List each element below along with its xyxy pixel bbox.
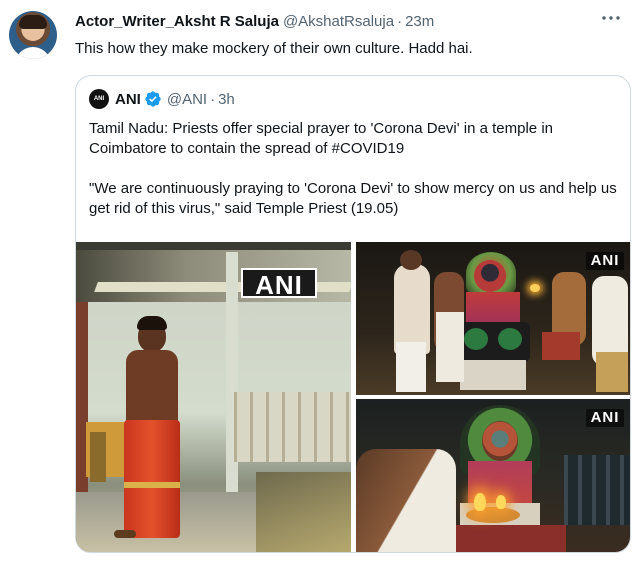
ani-watermark-top-right: ANI — [586, 252, 624, 270]
quoted-paragraph-1: Tamil Nadu: Priests offer special prayer… — [89, 120, 553, 157]
tweet-header: Actor_Writer_Aksht R Saluja @AkshatRsalu… — [75, 13, 434, 33]
ani-avatar[interactable]: ANI — [89, 89, 109, 109]
tweet-text: This how they make mockery of their own … — [75, 40, 473, 57]
avatar-hair — [19, 15, 47, 29]
media-image-puja-night[interactable]: ANI — [356, 242, 630, 395]
ani-watermark-large: ANI — [241, 268, 317, 300]
quoted-author-name[interactable]: ANI — [115, 91, 141, 108]
more-horizontal-icon — [602, 16, 620, 20]
ani-avatar-label: ANI — [93, 96, 105, 102]
quoted-separator-dot: · — [210, 90, 216, 108]
author-avatar[interactable] — [9, 11, 57, 59]
ani-watermark-bottom-right: ANI — [586, 409, 624, 427]
verified-badge-icon — [145, 91, 161, 107]
author-handle[interactable]: @AkshatRsaluja — [283, 13, 394, 30]
avatar-shirt — [15, 47, 51, 59]
quoted-paragraph-2: "We are continuously praying to 'Corona … — [89, 180, 617, 217]
quoted-tweet-text: Tamil Nadu: Priests offer special prayer… — [89, 119, 619, 219]
quoted-timestamp[interactable]: 3h — [218, 91, 235, 108]
quoted-author-handle[interactable]: @ANI — [167, 91, 207, 108]
more-options-icon[interactable] — [598, 9, 624, 27]
author-name[interactable]: Actor_Writer_Aksht R Saluja — [75, 13, 279, 30]
media-image-aarti-lamp[interactable]: ANI — [356, 399, 630, 552]
tweet[interactable]: Actor_Writer_Aksht R Saluja @AkshatRsalu… — [0, 0, 634, 565]
media-grid: ANI ANI ANI — [76, 242, 630, 552]
quoted-tweet-header: ANI ANI @ANI · 3h — [89, 88, 235, 110]
quoted-tweet[interactable]: ANI ANI @ANI · 3h Tamil Nadu: Priests of… — [75, 75, 631, 553]
separator-dot: · — [397, 13, 403, 30]
tweet-timestamp[interactable]: 23m — [405, 13, 434, 30]
media-image-priest-standing[interactable]: ANI — [76, 242, 351, 552]
